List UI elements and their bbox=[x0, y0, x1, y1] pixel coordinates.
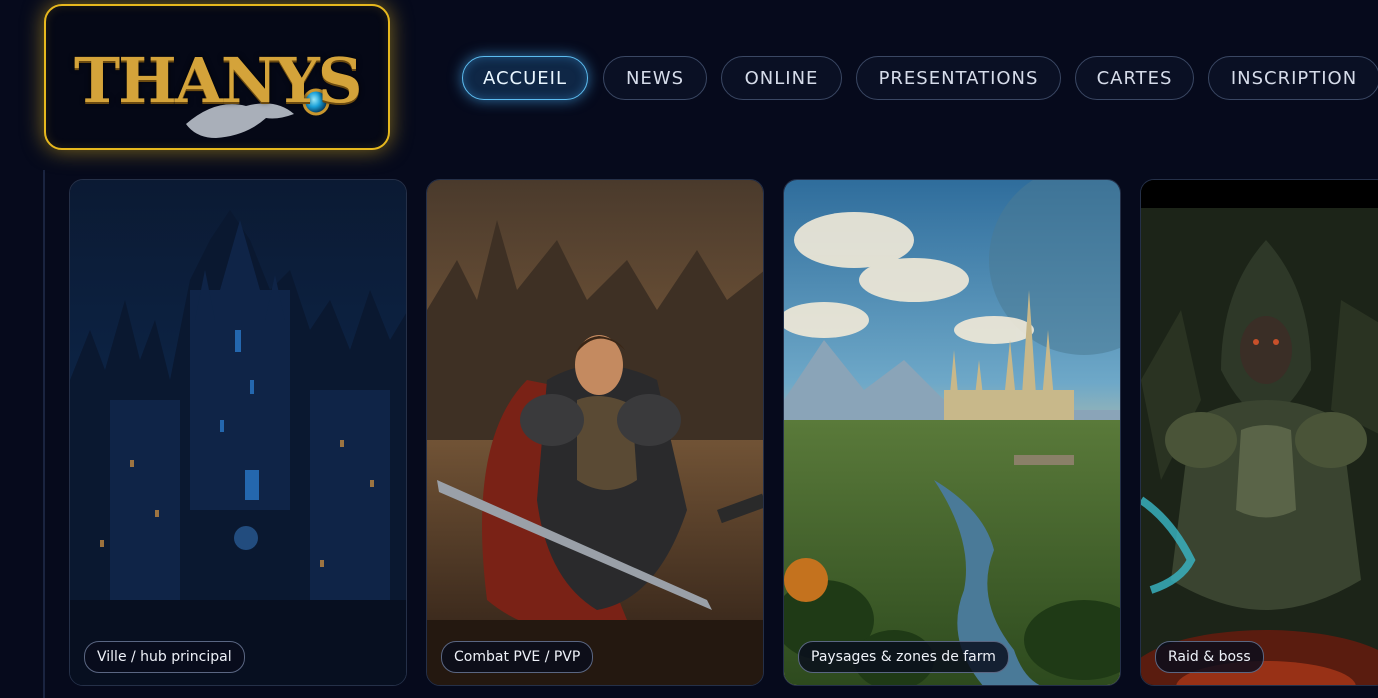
nav-inscription-button[interactable]: INSCRIPTION bbox=[1208, 56, 1378, 100]
armored-warrior-image bbox=[427, 180, 763, 685]
left-rail-divider bbox=[43, 170, 45, 698]
gallery-card-landscape[interactable]: Paysages & zones de farm bbox=[783, 179, 1121, 686]
card-caption: Paysages & zones de farm bbox=[798, 641, 1009, 673]
nav-accueil-button[interactable]: ACCUEIL bbox=[462, 56, 588, 100]
nav-presentations-button[interactable]: PRESENTATIONS bbox=[856, 56, 1061, 100]
gallery-card-combat[interactable]: Combat PVE / PVP bbox=[426, 179, 764, 686]
site-logo[interactable]: THANYS bbox=[44, 4, 390, 150]
nav-cartes-button[interactable]: CARTES bbox=[1075, 56, 1194, 100]
card-caption: Raid & boss bbox=[1155, 641, 1264, 673]
card-caption: Ville / hub principal bbox=[84, 641, 245, 673]
gallery-card-raid[interactable]: Raid & boss bbox=[1140, 179, 1378, 686]
nav-news-button[interactable]: NEWS bbox=[603, 56, 707, 100]
dark-gothic-city-image bbox=[70, 180, 406, 685]
card-caption: Combat PVE / PVP bbox=[441, 641, 594, 673]
logo-text: THANYS bbox=[74, 44, 363, 117]
nav-online-button[interactable]: ONLINE bbox=[721, 56, 842, 100]
fantasy-landscape-castle-image bbox=[784, 180, 1120, 685]
gallery-card-city[interactable]: Ville / hub principal bbox=[69, 179, 407, 686]
dark-armored-boss-image bbox=[1141, 180, 1378, 685]
